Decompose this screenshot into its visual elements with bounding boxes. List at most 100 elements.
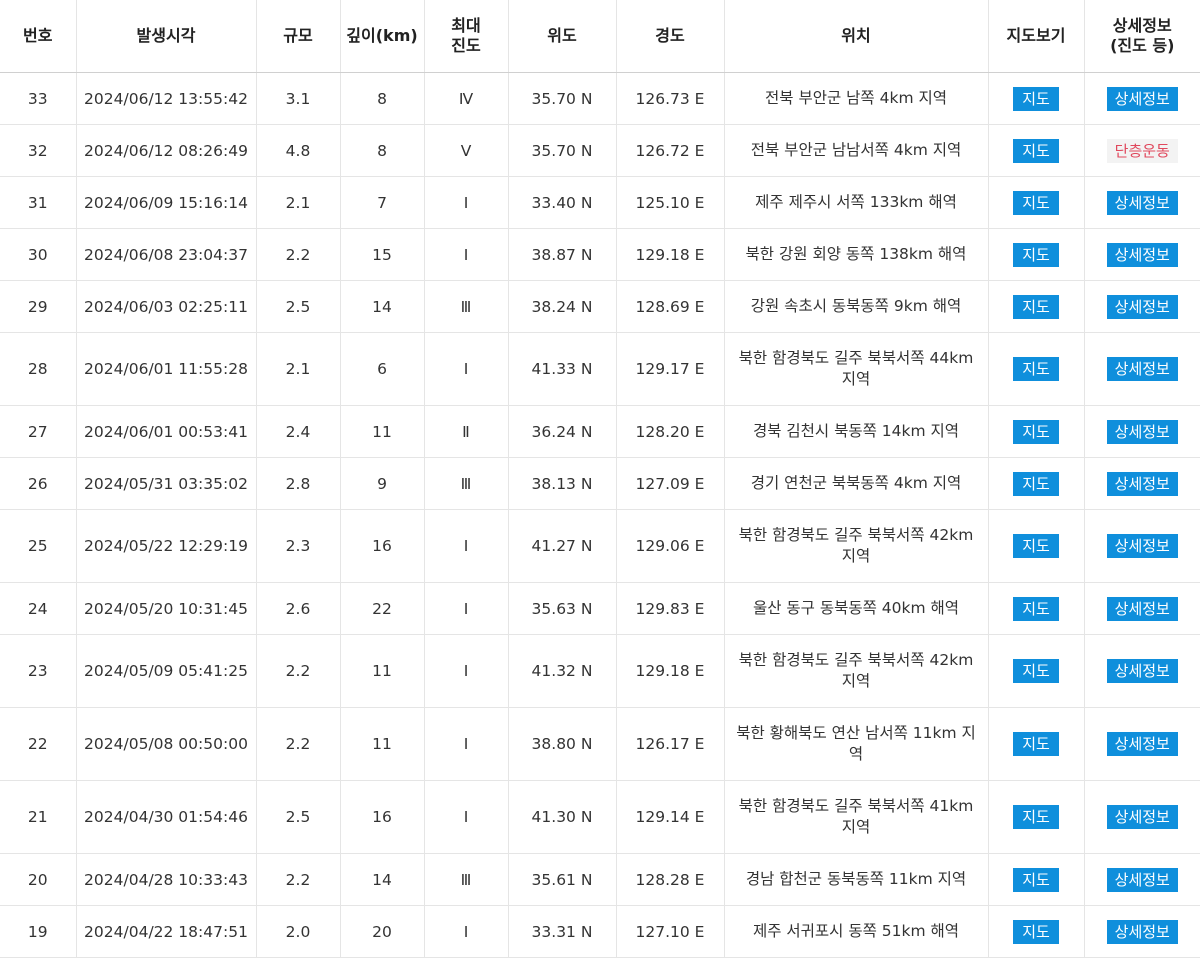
cell-detail: 상세정보 bbox=[1084, 707, 1200, 781]
cell-time: 2024/06/12 13:55:42 bbox=[76, 72, 257, 125]
cell-magnitude: 2.6 bbox=[256, 582, 341, 635]
detail-button[interactable]: 상세정보 bbox=[1106, 867, 1178, 892]
cell-location: 전북 부안군 남쪽 4km 지역 bbox=[724, 72, 989, 125]
detail-button[interactable]: 상세정보 bbox=[1106, 732, 1178, 756]
cell-location: 경기 연천군 북북동쪽 4km 지역 bbox=[724, 457, 989, 510]
map-button[interactable]: 지도 bbox=[1013, 596, 1059, 621]
table-row: 21 2024/04/30 01:54:46 2.5 16 Ⅰ 41.30 N … bbox=[0, 780, 1200, 854]
cell-longitude: 129.06 E bbox=[616, 509, 725, 583]
cell-location: 경북 김천시 북동쪽 14km 지역 bbox=[724, 405, 989, 458]
map-button[interactable]: 지도 bbox=[1013, 357, 1059, 381]
map-button[interactable]: 지도 bbox=[1013, 919, 1059, 944]
table-row: 28 2024/06/01 11:55:28 2.1 6 Ⅰ 41.33 N 1… bbox=[0, 332, 1200, 406]
map-button[interactable]: 지도 bbox=[1013, 190, 1059, 215]
cell-time: 2024/05/31 03:35:02 bbox=[76, 457, 257, 510]
cell-time: 2024/05/08 00:50:00 bbox=[76, 707, 257, 781]
cell-time: 2024/06/01 11:55:28 bbox=[76, 332, 257, 406]
cell-location: 북한 함경북도 길주 북북서쪽 42km 지역 bbox=[724, 509, 989, 583]
map-button[interactable]: 지도 bbox=[1013, 659, 1059, 683]
header-detail: 상세정보 (진도 등) bbox=[1084, 0, 1200, 73]
fault-motion-button[interactable]: 단층운동 bbox=[1106, 138, 1178, 163]
cell-depth: 11 bbox=[340, 405, 425, 458]
table-row: 20 2024/04/28 10:33:43 2.2 14 Ⅲ 35.61 N … bbox=[0, 853, 1200, 906]
cell-map: 지도 bbox=[988, 405, 1085, 458]
detail-button[interactable]: 상세정보 bbox=[1106, 86, 1178, 111]
detail-button[interactable]: 상세정보 bbox=[1106, 419, 1178, 444]
cell-longitude: 125.10 E bbox=[616, 176, 725, 229]
table-row: 25 2024/05/22 12:29:19 2.3 16 Ⅰ 41.27 N … bbox=[0, 509, 1200, 583]
cell-intensity: Ⅰ bbox=[424, 905, 509, 958]
earthquake-table: 번호 발생시각 규모 깊이(km) 최대 진도 위도 경도 위치 지도보기 상세정… bbox=[0, 0, 1200, 958]
detail-button[interactable]: 상세정보 bbox=[1106, 294, 1178, 319]
cell-no: 26 bbox=[0, 457, 77, 510]
map-button[interactable]: 지도 bbox=[1013, 294, 1059, 319]
cell-depth: 8 bbox=[340, 124, 425, 177]
cell-detail: 상세정보 bbox=[1084, 72, 1200, 125]
cell-no: 29 bbox=[0, 280, 77, 333]
cell-intensity: Ⅴ bbox=[424, 124, 509, 177]
map-button[interactable]: 지도 bbox=[1013, 242, 1059, 267]
header-depth: 깊이(km) bbox=[340, 0, 425, 73]
cell-depth: 8 bbox=[340, 72, 425, 125]
cell-map: 지도 bbox=[988, 582, 1085, 635]
cell-magnitude: 2.4 bbox=[256, 405, 341, 458]
cell-time: 2024/05/09 05:41:25 bbox=[76, 634, 257, 708]
cell-time: 2024/06/03 02:25:11 bbox=[76, 280, 257, 333]
detail-button[interactable]: 상세정보 bbox=[1106, 919, 1178, 944]
cell-longitude: 127.09 E bbox=[616, 457, 725, 510]
cell-detail: 상세정보 bbox=[1084, 905, 1200, 958]
cell-intensity: Ⅲ bbox=[424, 853, 509, 906]
cell-latitude: 41.30 N bbox=[508, 780, 617, 854]
cell-longitude: 129.83 E bbox=[616, 582, 725, 635]
cell-intensity: Ⅰ bbox=[424, 707, 509, 781]
cell-location: 전북 부안군 남남서쪽 4km 지역 bbox=[724, 124, 989, 177]
map-button[interactable]: 지도 bbox=[1013, 805, 1059, 829]
cell-depth: 22 bbox=[340, 582, 425, 635]
cell-no: 20 bbox=[0, 853, 77, 906]
cell-no: 28 bbox=[0, 332, 77, 406]
detail-button[interactable]: 상세정보 bbox=[1106, 190, 1178, 215]
cell-depth: 11 bbox=[340, 634, 425, 708]
cell-location: 제주 서귀포시 동쪽 51km 해역 bbox=[724, 905, 989, 958]
cell-latitude: 36.24 N bbox=[508, 405, 617, 458]
map-button[interactable]: 지도 bbox=[1013, 86, 1059, 111]
cell-detail: 상세정보 bbox=[1084, 780, 1200, 854]
cell-map: 지도 bbox=[988, 780, 1085, 854]
header-time: 발생시각 bbox=[76, 0, 257, 73]
cell-map: 지도 bbox=[988, 707, 1085, 781]
cell-detail: 상세정보 bbox=[1084, 509, 1200, 583]
cell-magnitude: 2.8 bbox=[256, 457, 341, 510]
detail-button[interactable]: 상세정보 bbox=[1106, 471, 1178, 496]
detail-button[interactable]: 상세정보 bbox=[1106, 805, 1178, 829]
detail-button[interactable]: 상세정보 bbox=[1106, 596, 1178, 621]
cell-magnitude: 2.2 bbox=[256, 228, 341, 281]
table-row: 23 2024/05/09 05:41:25 2.2 11 Ⅰ 41.32 N … bbox=[0, 634, 1200, 708]
header-intensity-line2: 진도 bbox=[451, 36, 481, 55]
table-row: 30 2024/06/08 23:04:37 2.2 15 Ⅰ 38.87 N … bbox=[0, 228, 1200, 281]
cell-detail: 상세정보 bbox=[1084, 457, 1200, 510]
table-row: 29 2024/06/03 02:25:11 2.5 14 Ⅲ 38.24 N … bbox=[0, 280, 1200, 333]
cell-longitude: 129.18 E bbox=[616, 228, 725, 281]
header-latitude: 위도 bbox=[508, 0, 617, 73]
map-button[interactable]: 지도 bbox=[1013, 419, 1059, 444]
cell-location: 북한 함경북도 길주 북북서쪽 42km 지역 bbox=[724, 634, 989, 708]
cell-magnitude: 4.8 bbox=[256, 124, 341, 177]
cell-latitude: 41.27 N bbox=[508, 509, 617, 583]
detail-button[interactable]: 상세정보 bbox=[1106, 242, 1178, 267]
cell-intensity: Ⅰ bbox=[424, 780, 509, 854]
map-button[interactable]: 지도 bbox=[1013, 732, 1059, 756]
cell-depth: 15 bbox=[340, 228, 425, 281]
cell-no: 32 bbox=[0, 124, 77, 177]
header-no: 번호 bbox=[0, 0, 77, 73]
cell-latitude: 38.24 N bbox=[508, 280, 617, 333]
detail-button[interactable]: 상세정보 bbox=[1106, 357, 1178, 381]
detail-button[interactable]: 상세정보 bbox=[1106, 659, 1178, 683]
detail-button[interactable]: 상세정보 bbox=[1106, 534, 1178, 558]
map-button[interactable]: 지도 bbox=[1013, 138, 1059, 163]
cell-longitude: 127.10 E bbox=[616, 905, 725, 958]
cell-map: 지도 bbox=[988, 905, 1085, 958]
map-button[interactable]: 지도 bbox=[1013, 867, 1059, 892]
map-button[interactable]: 지도 bbox=[1013, 534, 1059, 558]
header-intensity: 최대 진도 bbox=[424, 0, 509, 73]
map-button[interactable]: 지도 bbox=[1013, 471, 1059, 496]
